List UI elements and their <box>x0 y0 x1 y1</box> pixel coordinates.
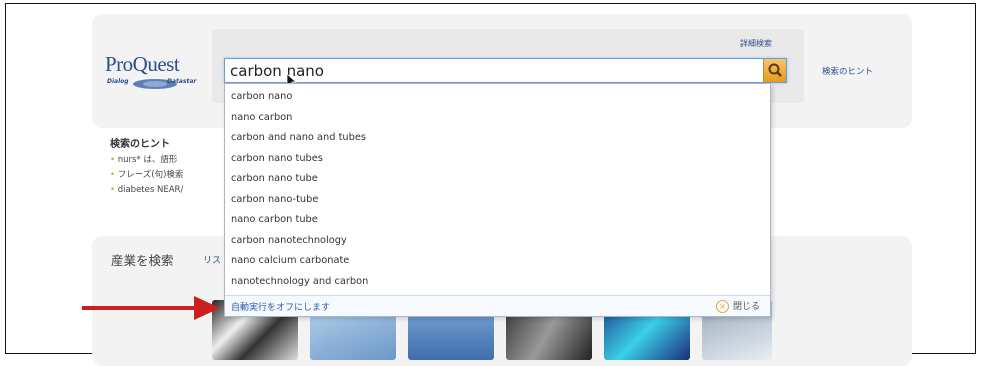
suggestion-item[interactable]: nano carbon <box>231 112 292 123</box>
suggestion-item[interactable]: carbon and nano and tubes <box>231 132 366 143</box>
autocomplete-off-link[interactable]: 自動実行をオフにします <box>231 300 330 313</box>
suggestion-item[interactable]: nanotechnology and carbon <box>231 276 368 287</box>
proquest-logo[interactable]: ProQuest Dialog Datastar <box>105 52 205 92</box>
dropdown-close-button[interactable]: × 閉じる <box>715 299 760 313</box>
search-hints-link[interactable]: 検索のヒント <box>822 65 873 77</box>
dropdown-footer: 自動実行をオフにします × 閉じる <box>225 295 770 316</box>
search-hints-section: 検索のヒント • nurs* は、語形 • フレーズ(句)検索 • diabet… <box>110 135 230 198</box>
search-button[interactable] <box>763 59 786 82</box>
suggestion-item[interactable]: carbon nano tubes <box>231 153 323 164</box>
red-arrow-annotation-icon <box>82 296 220 320</box>
hints-title: 検索のヒント <box>110 139 170 150</box>
industry-title: 産業を検索 <box>111 253 174 268</box>
suggestion-item[interactable]: carbon nano-tube <box>231 194 318 205</box>
logo-text: ProQuest <box>105 52 180 76</box>
search-icon <box>768 63 782 77</box>
hint-item: • nurs* は、語形 <box>110 155 178 165</box>
suggestion-item[interactable]: carbon nano tube <box>231 173 318 184</box>
close-icon: × <box>715 300 729 313</box>
logo-sub-dialog: Dialog <box>107 78 129 85</box>
search-input-value: carbon nano <box>230 62 324 80</box>
hint-item: • フレーズ(句)検索 <box>110 170 184 180</box>
suggestion-item[interactable]: carbon nano <box>231 91 292 102</box>
logo-sub-datastar: Datastar <box>167 78 197 85</box>
industry-list-link[interactable]: リス <box>203 253 221 266</box>
close-label: 閉じる <box>732 302 760 312</box>
suggestion-item[interactable]: nano calcium carbonate <box>231 255 349 266</box>
autocomplete-dropdown: carbon nano nano carbon carbon and nano … <box>224 83 771 317</box>
hint-item: • diabetes NEAR/ <box>110 185 184 195</box>
suggestion-item[interactable]: carbon nanotechnology <box>231 235 347 246</box>
advanced-search-link[interactable]: 詳細検索 <box>740 38 772 49</box>
search-input[interactable]: carbon nano <box>224 58 787 83</box>
suggestion-item[interactable]: nano carbon tube <box>231 214 318 225</box>
